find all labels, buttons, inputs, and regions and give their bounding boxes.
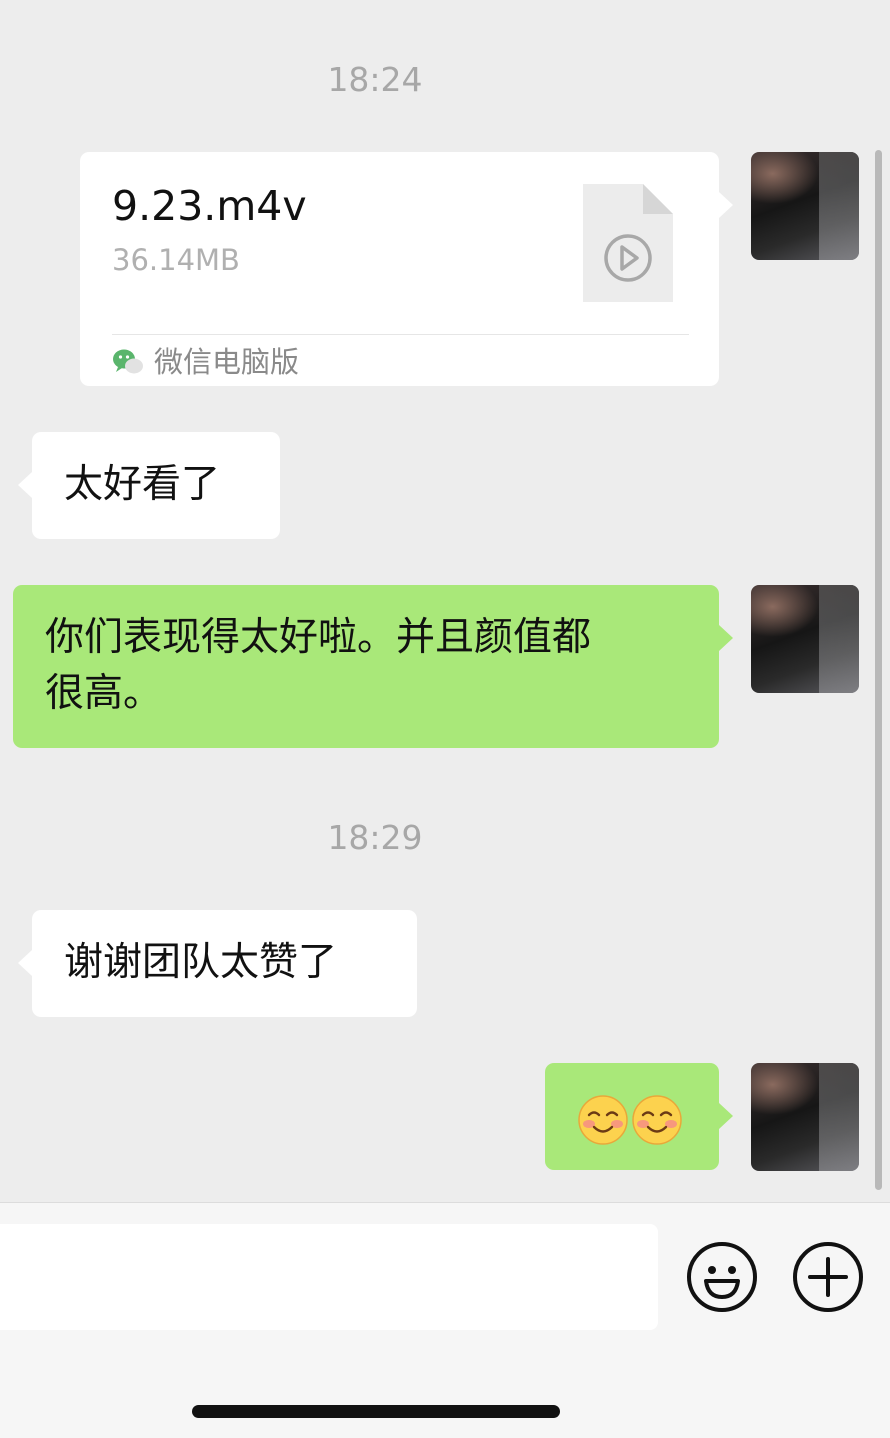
timestamp: 18:29 (327, 818, 423, 857)
received-message[interactable]: 谢谢团队太赞了 (18, 910, 417, 1017)
message-input[interactable] (0, 1224, 658, 1330)
sent-emoji-message[interactable] (545, 1063, 733, 1170)
home-indicator[interactable] (192, 1405, 560, 1418)
smiling-blush-emoji (578, 1094, 628, 1145)
avatar[interactable] (751, 152, 859, 260)
file-message-card[interactable]: 9.23.m4v 36.14MB 微信电脑版 (80, 152, 733, 386)
message-text: 太好看了 (64, 462, 221, 507)
message-text-line: 很高。 (45, 671, 163, 716)
file-size: 36.14MB (112, 243, 240, 277)
smiling-blush-emoji (632, 1094, 682, 1145)
timestamp: 18:24 (327, 60, 423, 99)
file-source-label: 微信电脑版 (154, 345, 300, 379)
message-text: 谢谢团队太赞了 (64, 940, 338, 985)
file-source: 微信电脑版 (112, 340, 299, 384)
file-name: 9.23.m4v (112, 182, 307, 230)
wechat-logo-icon (113, 349, 143, 374)
chat-screen: 18:24 9.23.m4v 36.14MB 微信电脑版 太好看了 你们表现得太… (0, 0, 890, 1438)
message-text-line: 你们表现得太好啦。并且颜值都 (45, 615, 592, 660)
scrollbar[interactable] (875, 150, 882, 1190)
smiley-icon[interactable] (686, 1241, 758, 1313)
avatar[interactable] (751, 1063, 859, 1171)
input-bar (0, 1202, 890, 1438)
sent-message[interactable]: 你们表现得太好啦。并且颜值都 很高。 (13, 585, 733, 748)
message-list[interactable]: 18:24 9.23.m4v 36.14MB 微信电脑版 太好看了 你们表现得太… (0, 0, 890, 1202)
received-message[interactable]: 太好看了 (18, 432, 280, 539)
plus-circle-icon[interactable] (792, 1241, 864, 1313)
avatar[interactable] (751, 585, 859, 693)
video-file-icon (583, 184, 673, 302)
